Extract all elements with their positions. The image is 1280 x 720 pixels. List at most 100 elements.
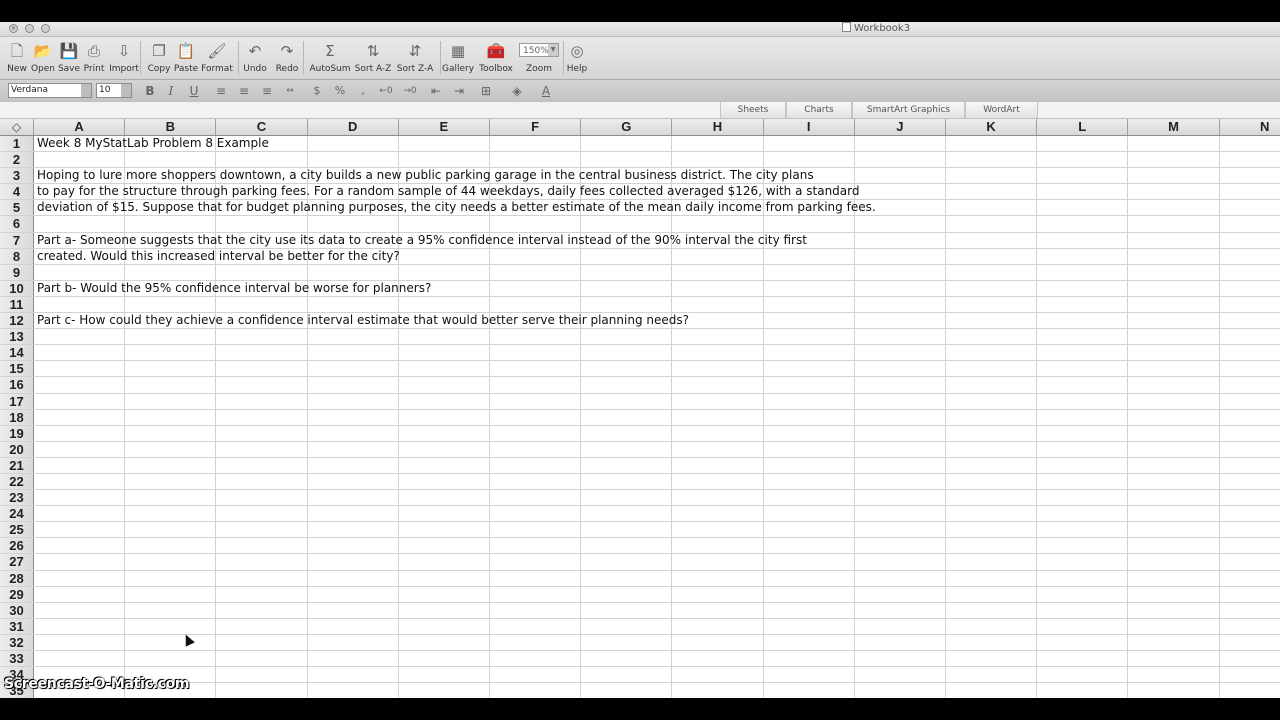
- row-header[interactable]: 16: [0, 377, 34, 393]
- font-size-field[interactable]: 10: [96, 83, 132, 98]
- row-header[interactable]: 12: [0, 313, 34, 329]
- ribbon-tab-charts[interactable]: Charts: [786, 102, 852, 118]
- toolbar-button-redo[interactable]: ↷ Redo: [276, 39, 299, 75]
- toolbar-button-sort-a-z[interactable]: ⇅ Sort A-Z: [355, 39, 392, 75]
- column-header-c[interactable]: C: [216, 119, 308, 135]
- toolbar-button-paste[interactable]: 📋 Paste: [174, 39, 198, 75]
- merge-cells-icon[interactable]: ⇔: [281, 83, 299, 99]
- column-header-b[interactable]: B: [125, 119, 217, 135]
- row-header[interactable]: 33: [0, 651, 34, 667]
- toolbar-button-new[interactable]: 🗋 New: [7, 39, 27, 75]
- cell-a8[interactable]: created. Would this increased interval b…: [37, 249, 400, 264]
- close-window-icon[interactable]: ×: [9, 24, 18, 33]
- toolbar-button-save[interactable]: 💾 Save: [58, 39, 80, 75]
- row-header[interactable]: 20: [0, 441, 34, 457]
- row-header[interactable]: 10: [0, 280, 34, 296]
- bold-button[interactable]: B: [141, 83, 159, 99]
- row-header[interactable]: 22: [0, 473, 34, 490]
- row-header[interactable]: 19: [0, 425, 34, 441]
- currency-icon[interactable]: $: [308, 83, 326, 99]
- row-header[interactable]: 4: [0, 184, 34, 200]
- percent-icon[interactable]: %: [331, 83, 349, 99]
- row-header[interactable]: 17: [0, 393, 34, 409]
- cell-a4[interactable]: to pay for the structure through parking…: [37, 184, 860, 199]
- row-header[interactable]: 9: [0, 264, 34, 280]
- ribbon-tab-sheets[interactable]: Sheets: [720, 102, 786, 118]
- row-header[interactable]: 15: [0, 361, 34, 377]
- toolbar-button-sort-z-a[interactable]: ⇵ Sort Z-A: [397, 39, 434, 75]
- cell-a7[interactable]: Part a- Someone suggests that the city u…: [37, 233, 807, 248]
- column-header-l[interactable]: L: [1037, 119, 1129, 135]
- toolbar-button-help[interactable]: ◎ Help: [567, 39, 588, 75]
- zoom-window-icon[interactable]: [41, 24, 50, 33]
- row-header[interactable]: 26: [0, 538, 34, 554]
- cell-a10[interactable]: Part b- Would the 95% confidence interva…: [37, 281, 431, 296]
- increase-indent-icon[interactable]: ⇥: [450, 83, 468, 99]
- toolbar-button-open[interactable]: 📂 Open: [31, 39, 55, 75]
- align-center-icon[interactable]: ≡: [235, 83, 253, 99]
- comma-style-icon[interactable]: ,: [354, 83, 372, 99]
- chevron-down-icon[interactable]: ▼: [548, 44, 558, 56]
- chevron-down-icon[interactable]: [121, 84, 131, 97]
- toolbar-button-copy[interactable]: ❐ Copy: [148, 39, 171, 75]
- font-name-field[interactable]: Verdana: [8, 83, 92, 98]
- toolbar-button-gallery[interactable]: ▦ Gallery: [442, 39, 474, 75]
- row-header[interactable]: 30: [0, 602, 34, 618]
- fill-color-icon[interactable]: ◈: [508, 83, 526, 99]
- toolbar-button-undo[interactable]: ↶ Undo: [243, 39, 267, 75]
- row-header[interactable]: 1: [0, 136, 34, 152]
- row-header[interactable]: 11: [0, 296, 34, 313]
- toolbar-button-toolbox[interactable]: 🧰 Toolbox: [479, 39, 513, 75]
- column-header-h[interactable]: H: [672, 119, 764, 135]
- borders-icon[interactable]: ⊞: [477, 83, 495, 99]
- row-header[interactable]: 2: [0, 152, 34, 168]
- row-header[interactable]: 32: [0, 634, 34, 650]
- align-left-icon[interactable]: ≡: [212, 83, 230, 99]
- row-header[interactable]: 23: [0, 490, 34, 506]
- row-header[interactable]: 27: [0, 554, 34, 570]
- decrease-indent-icon[interactable]: ⇤: [427, 83, 445, 99]
- cell-a12[interactable]: Part c- How could they achieve a confide…: [37, 313, 689, 328]
- column-header-i[interactable]: I: [764, 119, 855, 135]
- column-header-j[interactable]: J: [855, 119, 946, 135]
- column-header-m[interactable]: M: [1128, 119, 1220, 135]
- ribbon-tab-smartart-graphics[interactable]: SmartArt Graphics: [852, 102, 965, 118]
- toolbar-button-autosum[interactable]: Σ AutoSum: [309, 39, 350, 75]
- row-header[interactable]: 13: [0, 329, 34, 345]
- select-all-icon[interactable]: ◇: [0, 119, 34, 135]
- column-header-n[interactable]: N: [1220, 119, 1280, 135]
- column-header-g[interactable]: G: [581, 119, 673, 135]
- ribbon-tab-wordart[interactable]: WordArt: [965, 102, 1038, 118]
- toolbar-button-import[interactable]: ⇩ Import: [109, 39, 139, 75]
- row-header[interactable]: 3: [0, 168, 34, 184]
- minimize-window-icon[interactable]: [25, 24, 34, 33]
- row-header[interactable]: 31: [0, 618, 34, 634]
- cell-a1[interactable]: Week 8 MyStatLab Problem 8 Example: [37, 136, 269, 151]
- align-right-icon[interactable]: ≡: [258, 83, 276, 99]
- font-color-icon[interactable]: A: [537, 83, 555, 99]
- toolbar-button-format[interactable]: 🖌 Format: [201, 39, 233, 75]
- row-header[interactable]: 29: [0, 586, 34, 602]
- row-header[interactable]: 18: [0, 409, 34, 425]
- row-header[interactable]: 8: [0, 248, 34, 264]
- cell-a5[interactable]: deviation of $15. Suppose that for budge…: [37, 200, 876, 215]
- cell-a3[interactable]: Hoping to lure more shoppers downtown, a…: [37, 168, 814, 183]
- underline-button[interactable]: U: [185, 83, 203, 99]
- column-header-e[interactable]: E: [399, 119, 490, 135]
- toolbar-button-print[interactable]: ⎙ Print: [84, 39, 105, 75]
- spreadsheet-grid[interactable]: ◇ ABCDEFGHIJKLMN 1 Week 8 MyStatLab Probl…: [0, 119, 1280, 698]
- row-header[interactable]: 7: [0, 232, 34, 248]
- column-header-a[interactable]: A: [34, 119, 126, 135]
- row-header[interactable]: 28: [0, 570, 34, 586]
- increase-decimal-icon[interactable]: ←0: [377, 83, 395, 99]
- chevron-down-icon[interactable]: [81, 84, 91, 97]
- column-header-f[interactable]: F: [490, 119, 582, 135]
- row-header[interactable]: 24: [0, 506, 34, 522]
- column-header-k[interactable]: K: [946, 119, 1038, 135]
- row-header[interactable]: 6: [0, 216, 34, 232]
- row-header[interactable]: 14: [0, 345, 34, 361]
- row-header[interactable]: 5: [0, 200, 34, 216]
- column-header-d[interactable]: D: [308, 119, 399, 135]
- row-header[interactable]: 25: [0, 522, 34, 538]
- zoom-select[interactable]: 150% ▼: [519, 43, 559, 57]
